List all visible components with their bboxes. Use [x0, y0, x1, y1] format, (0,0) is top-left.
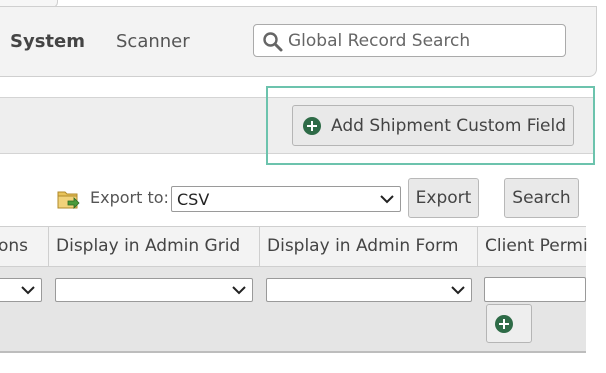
- nav-item-scanner[interactable]: Scanner: [116, 31, 190, 52]
- add-shipment-custom-field-button[interactable]: Add Shipment Custom Field: [292, 105, 574, 146]
- filter-input-client-permissions[interactable]: [484, 277, 586, 302]
- column-header-options[interactable]: ons: [0, 236, 28, 256]
- export-format-value: CSV: [177, 190, 210, 209]
- chevron-down-icon: [380, 195, 394, 204]
- plus-circle-icon: [303, 117, 321, 135]
- column-separator[interactable]: [259, 227, 260, 267]
- column-header-client-permissions[interactable]: Client Permi: [485, 236, 588, 256]
- export-format-select[interactable]: CSV: [171, 186, 401, 212]
- export-to-label: Export to:: [90, 188, 169, 207]
- nav-item-system[interactable]: System: [10, 31, 85, 52]
- search-icon: [263, 32, 283, 52]
- search-button[interactable]: Search: [504, 178, 579, 218]
- chevron-down-icon: [232, 286, 246, 295]
- column-separator[interactable]: [48, 227, 49, 267]
- column-header-display-in-admin-form[interactable]: Display in Admin Form: [267, 236, 458, 256]
- add-row-button[interactable]: [486, 304, 532, 343]
- folder-export-icon: [57, 191, 80, 209]
- column-header-display-in-admin-grid[interactable]: Display in Admin Grid: [56, 236, 240, 256]
- column-separator[interactable]: [477, 227, 478, 267]
- add-button-label: Add Shipment Custom Field: [331, 116, 567, 136]
- global-search-box[interactable]: [253, 24, 566, 57]
- filter-select-display-in-admin-form[interactable]: [266, 278, 472, 302]
- plus-circle-icon: [495, 315, 513, 333]
- chevron-down-icon: [451, 286, 465, 295]
- filter-select-display-in-admin-grid[interactable]: [55, 278, 253, 302]
- global-search-input[interactable]: [288, 29, 558, 53]
- grid-bottom-border: [0, 351, 586, 353]
- chevron-down-icon: [21, 286, 35, 295]
- export-button[interactable]: Export: [408, 178, 479, 218]
- filter-select-options[interactable]: [0, 278, 42, 302]
